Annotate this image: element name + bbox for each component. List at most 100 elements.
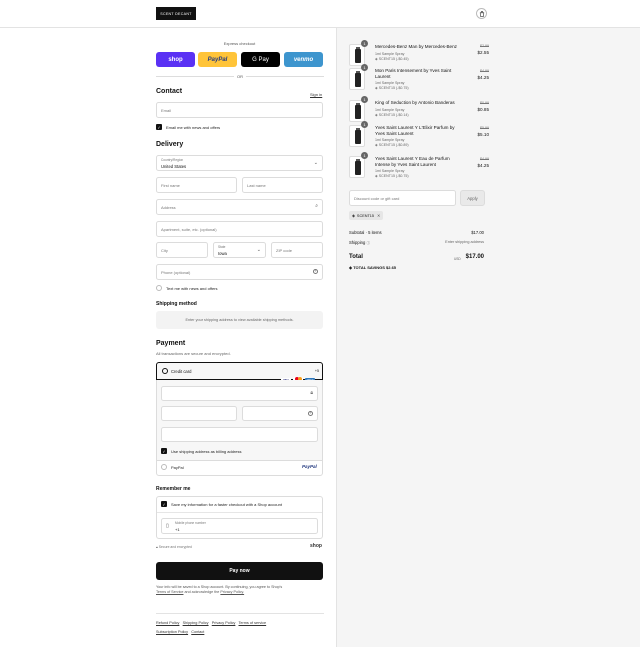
quantity-badge: 1: [361, 121, 368, 128]
product-name: Yves Saint Laurent Y L'Elixir Parfum by …: [375, 125, 455, 136]
last-name-field[interactable]: Last name: [242, 177, 323, 193]
security-code-field[interactable]: ?: [242, 406, 318, 421]
name-on-card-field[interactable]: [161, 427, 318, 442]
product-variant: 1ml Sample Spray: [375, 81, 405, 85]
state-value: Iowa: [218, 250, 227, 256]
divider: [246, 76, 324, 77]
email-news-checkbox[interactable]: ✓: [156, 124, 162, 130]
shipping-method-box: Enter your shipping address to view avai…: [156, 311, 323, 329]
mobile-value: +1: [175, 527, 180, 532]
product-image: [349, 44, 365, 66]
tag-icon: ◈: [352, 214, 355, 218]
bag-icon[interactable]: [476, 8, 487, 19]
footer-links: Refund Policy Shipping Policy Privacy Po…: [156, 619, 324, 636]
list-item: 1 Yves Saint Laurent Y L'Elixir Parfum b…: [349, 121, 490, 151]
help-icon[interactable]: ?: [313, 268, 318, 274]
email-field[interactable]: Email: [156, 102, 323, 118]
footer-link-refund[interactable]: Refund Policy: [156, 621, 179, 625]
email-news-label: Email me with news and offers: [166, 125, 221, 130]
state-label: State: [218, 245, 226, 249]
footer-link-subscription[interactable]: Subscription Policy: [156, 630, 188, 634]
city-field[interactable]: City: [156, 242, 208, 258]
sign-in-link[interactable]: Sign in: [310, 92, 322, 97]
total-savings-label: TOTAL SAVINGS $2.65: [353, 265, 397, 270]
footer-link-privacy[interactable]: Privacy Policy: [212, 621, 236, 625]
subtotal-value: $17.00: [471, 230, 484, 235]
zip-field[interactable]: ZIP code: [271, 242, 323, 258]
country-value: United States: [161, 163, 187, 169]
paypal-radio[interactable]: [161, 464, 167, 470]
discount-code-field[interactable]: Discount code or gift card: [349, 190, 456, 206]
product-name: King of Seduction by Antonio Banderas: [375, 100, 455, 105]
google-pay-button[interactable]: G Pay: [241, 52, 280, 67]
list-item: 1 Yves Saint Laurent Y Eau de Parfum Int…: [349, 152, 489, 182]
store-logo[interactable]: SCENT DECANT: [156, 7, 196, 20]
country-label: Country/Region: [161, 158, 184, 162]
terms-of-service-link[interactable]: Terms of Service: [156, 590, 183, 594]
product-discount-label: SCENT15 (-$0.75): [378, 174, 409, 178]
privacy-policy-link[interactable]: Privacy Policy.: [220, 590, 244, 594]
first-name-field[interactable]: First name: [156, 177, 237, 193]
apartment-placeholder: Apartment, suite, etc. (optional): [161, 226, 217, 232]
product-image: [349, 68, 365, 90]
help-icon[interactable]: ?: [308, 410, 313, 416]
paypal-logo: PayPal: [302, 464, 317, 469]
card-number-field[interactable]: 🔒︎: [161, 386, 318, 401]
footer-link-terms[interactable]: Terms of service: [239, 621, 267, 625]
save-info-checkbox[interactable]: ✓: [161, 501, 167, 507]
secure-note: 🔒︎ Secure and encrypted: [156, 545, 192, 549]
expiration-field[interactable]: [161, 406, 237, 421]
text-news-checkbox[interactable]: [156, 285, 162, 291]
item-price: $5.10: [477, 132, 490, 137]
pay-now-button[interactable]: Pay now: [156, 562, 323, 580]
secure-label: Secure and encrypted: [158, 545, 192, 549]
billing-same-checkbox[interactable]: ✓: [161, 448, 167, 454]
product-image: [349, 100, 365, 122]
delivery-title: Delivery: [156, 141, 184, 148]
express-checkout-label: Express checkout: [223, 41, 256, 46]
divider: [157, 512, 322, 513]
payment-title: Payment: [156, 340, 186, 347]
checkout-form: [0, 28, 336, 647]
list-item: 1 Mercedes-Benz Man by Mercedes-Benz 1ml…: [349, 40, 489, 70]
phone-field[interactable]: Phone (optional) ?: [156, 264, 323, 280]
compare-price: $4.99: [480, 157, 489, 161]
lock-icon: 🔒︎: [310, 390, 313, 396]
apartment-field[interactable]: Apartment, suite, etc. (optional): [156, 221, 323, 237]
close-icon[interactable]: ✕: [377, 213, 380, 218]
country-select[interactable]: Country/Region United States ⌄: [156, 155, 323, 171]
quantity-badge: 1: [361, 64, 368, 71]
product-variant: 1ml Sample Spray: [375, 108, 405, 112]
apply-button[interactable]: Apply: [460, 190, 485, 206]
state-select[interactable]: State Iowa ⌄: [213, 242, 266, 258]
terms-text: Your info will be saved to a Shop accoun…: [156, 585, 324, 595]
credit-card-option[interactable]: Credit card VISAAMEX +5: [156, 362, 323, 384]
mobile-phone-field[interactable]: ▯ Mobile phone number +1: [161, 518, 318, 534]
radio-selected[interactable]: [162, 368, 168, 374]
compare-price: $5.99: [480, 126, 489, 130]
help-icon[interactable]: ⓘ: [366, 241, 370, 245]
city-placeholder: City: [161, 247, 168, 253]
shop-pay-button[interactable]: shop: [156, 52, 195, 67]
total-label: Total: [349, 254, 363, 260]
address-field[interactable]: Address ⌕: [156, 199, 323, 215]
email-placeholder: Email: [161, 107, 172, 113]
text-news-label: Text me with news and offers: [166, 286, 218, 291]
search-icon: ⌕: [315, 203, 318, 209]
discount-code: SCENT15: [356, 213, 375, 218]
compare-price: $2.99: [480, 44, 489, 48]
footer-link-contact[interactable]: Contact: [191, 630, 204, 634]
product-discount: ◈ SCENT15 (-$0.14): [375, 113, 409, 117]
venmo-button[interactable]: venmo: [284, 52, 323, 67]
zip-placeholder: ZIP code: [276, 247, 292, 253]
product-name: Yves Saint Laurent Y Eau de Parfum Inten…: [375, 156, 450, 167]
divider: [157, 460, 322, 461]
address-placeholder: Address: [161, 204, 176, 210]
contact-title: Contact: [156, 88, 183, 95]
divider: [156, 613, 324, 614]
footer-link-shipping[interactable]: Shipping Policy: [183, 621, 209, 625]
compare-price: $4.99: [480, 69, 489, 73]
list-item: 1 Mon Paris Intensement by Yves Saint La…: [349, 64, 489, 94]
product-discount-label: SCENT15 (-$0.75): [378, 86, 409, 90]
paypal-button[interactable]: PayPal: [198, 52, 237, 67]
